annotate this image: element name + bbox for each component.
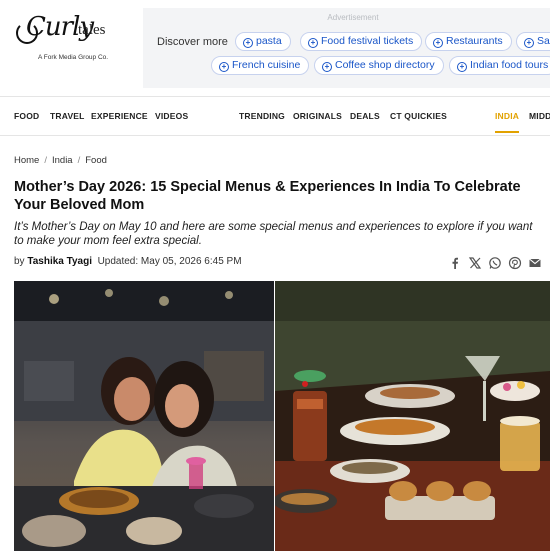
byline-prefix: by	[14, 256, 25, 267]
chip-label: Food festival tickets	[321, 35, 414, 47]
ad-chip-restaurants[interactable]: + Restaurants	[425, 32, 512, 51]
whatsapp-icon[interactable]	[488, 256, 502, 270]
breadcrumb-food[interactable]: Food	[85, 155, 107, 166]
chip-label: Indian food tours	[470, 59, 549, 71]
article-title: Mother’s Day 2026: 15 Special Menus & Ex…	[14, 179, 521, 213]
email-icon[interactable]	[528, 256, 542, 270]
logo-wordmark-suffix: tales	[78, 22, 106, 38]
site-logo[interactable]: Curly tales A Fork Media Group Co.	[14, 12, 124, 64]
nav-item-ct-quickies[interactable]: CT QUICKIES	[390, 111, 447, 121]
plus-icon: +	[322, 62, 332, 72]
discover-more-label: Discover more	[157, 36, 228, 48]
nav-item-food[interactable]: FOOD	[14, 111, 39, 121]
plus-icon: +	[457, 62, 467, 72]
nav-region-middle-east[interactable]: MIDDL	[529, 111, 550, 121]
nav-region-india[interactable]: INDIA	[495, 111, 520, 133]
plus-icon: +	[243, 38, 253, 48]
plus-icon: +	[308, 38, 318, 48]
nav-item-experience[interactable]: EXPERIENCE	[91, 111, 148, 121]
chip-label: Restaurants	[446, 35, 503, 47]
chip-label: pasta	[256, 35, 282, 47]
nav-item-videos[interactable]: VIDEOS	[155, 111, 188, 121]
breadcrumb-separator: /	[44, 155, 47, 166]
breadcrumb: Home / India / Food	[14, 155, 107, 166]
nav-item-trending[interactable]: TRENDING	[239, 111, 285, 121]
author-link[interactable]: Tashika Tyagi	[27, 256, 92, 267]
site-header: Curly tales A Fork Media Group Co. Adver…	[0, 0, 550, 96]
nav-item-travel[interactable]: TRAVEL	[50, 111, 85, 121]
breadcrumb-india[interactable]: India	[52, 155, 73, 166]
ad-chip-food-festival-tickets[interactable]: + Food festival tickets	[300, 32, 423, 51]
ad-chip-saf[interactable]: +Saf	[516, 32, 550, 51]
updated-date: Updated: May 05, 2026 6:45 PM	[97, 256, 242, 267]
ad-chip-french-cuisine[interactable]: + French cuisine	[211, 56, 310, 75]
article-subtitle: It’s Mother’s Day on May 10 and here are…	[14, 221, 533, 247]
advertisement-label: Advertisement	[327, 13, 379, 22]
plus-icon: +	[524, 38, 534, 48]
breadcrumb-home[interactable]: Home	[14, 155, 39, 166]
chip-label: Saf	[537, 35, 550, 47]
hero-image-right-food-spread	[273, 281, 550, 551]
nav-item-deals[interactable]: DEALS	[350, 111, 380, 121]
advertisement-banner: Advertisement Discover more + pasta + Food…	[143, 8, 550, 88]
hero-right-illustration	[273, 281, 550, 551]
hero-left-illustration	[14, 281, 274, 551]
ad-chip-indian-food-tours[interactable]: + Indian food tours	[449, 56, 550, 75]
hero-image	[14, 281, 550, 551]
plus-icon: +	[219, 62, 229, 72]
facebook-icon[interactable]	[448, 256, 462, 270]
plus-icon: +	[433, 38, 443, 48]
x-icon[interactable]	[468, 256, 482, 270]
hero-image-left-mother-daughter	[14, 281, 274, 551]
pinterest-icon[interactable]	[508, 256, 522, 270]
chip-label: French cuisine	[232, 59, 301, 71]
breadcrumb-separator: /	[77, 155, 81, 166]
logo-tagline: A Fork Media Group Co.	[38, 54, 109, 61]
nav-item-originals[interactable]: ORIGINALS	[293, 111, 342, 121]
byline: by Tashika Tyagi Updated: May 05, 2026 6…	[14, 256, 242, 267]
main-nav: FOOD TRAVEL EXPERIENCE VIDEOS TRENDING O…	[0, 96, 550, 136]
chip-label: Coffee shop directory	[335, 59, 435, 71]
ad-chip-pasta[interactable]: + pasta	[235, 32, 291, 51]
ad-chip-coffee-shop-directory[interactable]: + Coffee shop directory	[314, 56, 444, 75]
